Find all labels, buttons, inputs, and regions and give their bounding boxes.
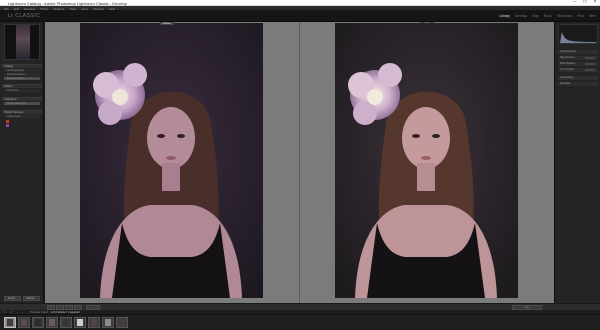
tone-control-dropdown[interactable] [585,69,595,71]
folder-row-drive-label: Hard Drive [7,89,19,92]
section-folders[interactable]: Folders [2,84,42,88]
section-publish[interactable]: Publish Services [2,110,42,114]
keywording-header[interactable]: Keywording [558,76,598,80]
filmstrip-thumbnail[interactable] [46,317,58,328]
identity-plate: Lr CLASSIC [8,13,41,19]
navigator-thumbnail [16,25,30,59]
filmstrip-thumbnail[interactable] [74,317,86,328]
quick-develop-header[interactable]: Quick Develop [558,50,598,54]
toolbar: Fit [0,303,600,310]
tone-control-row[interactable]: Tone Control [558,68,598,72]
section-collections[interactable]: Collections [2,97,42,101]
catalog-row-quick[interactable]: Quick Collection + [4,73,40,76]
module-library[interactable]: Library [499,14,509,18]
module-picker: Library Develop Map Book Slideshow Print… [499,14,596,18]
filmstrip-thumbnail[interactable] [102,317,114,328]
module-print[interactable]: Print [577,14,584,18]
module-web[interactable]: Web [589,14,596,18]
filmstrip-thumbnail[interactable] [4,317,16,328]
catalog-row-all-label: All Photographs [7,69,24,72]
catalog-row-previous[interactable]: Previous Import [4,77,40,80]
view-divider [299,22,300,303]
metadata-label: Metadata [560,82,570,85]
filmstrip-thumbnail[interactable] [32,317,44,328]
publish-row-stock-label: Adobe Stock [7,115,21,118]
window-title: Lightroom Catalog - Adobe Photoshop Ligh… [8,0,127,6]
collection-row-smart[interactable]: Smart Collections [4,102,40,105]
keywording-label: Keywording [560,76,573,79]
module-slideshow[interactable]: Slideshow [557,14,572,18]
filmstrip-thumbnail[interactable] [116,317,128,328]
filmstrip [0,315,600,330]
module-book[interactable]: Book [544,14,552,18]
histogram [558,24,598,44]
filmstrip-thumbnail[interactable] [88,317,100,328]
saved-preset-row[interactable]: Saved Preset [558,56,598,60]
catalog-row-quick-label: Quick Collection + [7,73,27,76]
section-catalog[interactable]: Catalog [2,64,42,68]
before-label: Before [160,22,174,25]
filmstrip-thumbnail[interactable] [18,317,30,328]
publish-row-stock[interactable]: Adobe Stock [4,115,40,118]
metadata-header[interactable]: Metadata [558,82,598,86]
collection-row-smart-label: Smart Collections [7,102,26,105]
histogram-graph [560,32,596,43]
saved-preset-label: Saved Preset [560,56,575,59]
white-balance-dropdown[interactable] [585,63,595,65]
navigator-preview[interactable] [4,24,40,60]
before-after-view: Before After [45,22,554,303]
white-balance-label: White Balance [560,62,576,65]
catalog-row-previous-label: Previous Import [7,77,24,80]
saved-preset-dropdown[interactable] [585,57,595,59]
import-export-buttons: Import... Export... [4,296,40,301]
filmstrip-thumbnail[interactable] [60,317,72,328]
import-button[interactable]: Import... [4,296,21,301]
left-panel: Catalog All Photographs Quick Collection… [0,22,44,303]
publish-swatch-red-icon [6,120,9,123]
publish-swatch-purple-icon [6,124,9,127]
after-photo[interactable] [335,23,518,298]
identity-bar: Lr CLASSIC Library Develop Map Book Slid… [0,10,600,22]
right-panel: Quick Develop Saved Preset White Balance… [554,22,600,303]
white-balance-row[interactable]: White Balance [558,62,598,66]
tone-control-label: Tone Control [560,68,574,71]
portrait-image-edited [335,23,518,298]
module-develop[interactable]: Develop [515,14,527,18]
export-button[interactable]: Export... [23,296,40,301]
breadcrumb-count: 1 of 8 photos / 1 selected [50,311,80,314]
quick-develop-label: Quick Develop [560,50,576,53]
module-map[interactable]: Map [532,14,539,18]
breadcrumb-source: Previous Import [30,311,49,314]
folder-row-drive[interactable]: Hard Drive [4,89,40,92]
catalog-row-all[interactable]: All Photographs [4,69,40,72]
portrait-image [80,23,263,298]
before-photo[interactable] [80,23,263,298]
